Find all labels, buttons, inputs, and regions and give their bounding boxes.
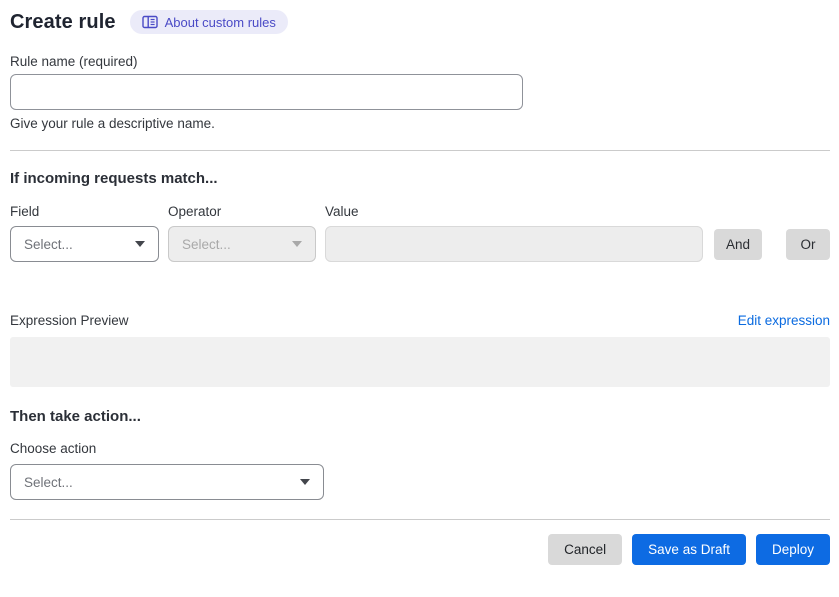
deploy-button[interactable]: Deploy xyxy=(755,534,830,565)
rule-name-input[interactable] xyxy=(10,74,523,110)
operator-label: Operator xyxy=(168,204,222,219)
rule-name-label: Rule name (required) xyxy=(10,54,138,69)
match-section-heading: If incoming requests match... xyxy=(10,170,218,187)
footer-divider xyxy=(10,519,830,520)
field-label: Field xyxy=(10,204,40,219)
expression-preview-row: Expression Preview Edit expression xyxy=(10,313,830,328)
section-divider xyxy=(10,150,830,151)
choose-action-label: Choose action xyxy=(10,441,97,456)
header: Create rule About custom rules xyxy=(10,10,830,34)
choose-action-select-value: Select... xyxy=(24,474,73,490)
field-select-value: Select... xyxy=(24,236,73,252)
criteria-row: Field Select... Operator Select... Value… xyxy=(10,204,830,262)
cancel-button[interactable]: Cancel xyxy=(548,534,623,565)
field-column: Field Select... xyxy=(10,204,159,262)
expression-preview-box xyxy=(10,337,830,387)
value-column: Value xyxy=(325,204,703,262)
choose-action-select[interactable]: Select... xyxy=(10,464,324,500)
page-title: Create rule xyxy=(10,10,116,33)
operator-select-value: Select... xyxy=(182,236,231,252)
footer-actions: Cancel Save as Draft Deploy xyxy=(10,534,830,565)
expression-preview-label: Expression Preview xyxy=(10,313,129,328)
about-custom-rules-badge[interactable]: About custom rules xyxy=(129,10,288,34)
chevron-down-icon xyxy=(300,479,310,485)
chevron-down-icon xyxy=(135,241,145,247)
and-button[interactable]: And xyxy=(713,229,762,260)
save-as-draft-button[interactable]: Save as Draft xyxy=(632,534,746,565)
create-rule-page: Create rule About custom rules Rule name… xyxy=(0,0,839,565)
book-icon xyxy=(141,15,158,29)
value-input xyxy=(325,226,703,262)
about-badge-label: About custom rules xyxy=(164,14,276,30)
value-label: Value xyxy=(325,204,359,219)
field-select[interactable]: Select... xyxy=(10,226,159,262)
action-section-heading: Then take action... xyxy=(10,408,141,425)
chevron-down-icon xyxy=(292,241,302,247)
operator-select: Select... xyxy=(168,226,316,262)
edit-expression-link[interactable]: Edit expression xyxy=(738,313,830,328)
operator-column: Operator Select... xyxy=(168,204,316,262)
or-button[interactable]: Or xyxy=(786,229,830,260)
rule-name-helper-text: Give your rule a descriptive name. xyxy=(10,116,215,131)
